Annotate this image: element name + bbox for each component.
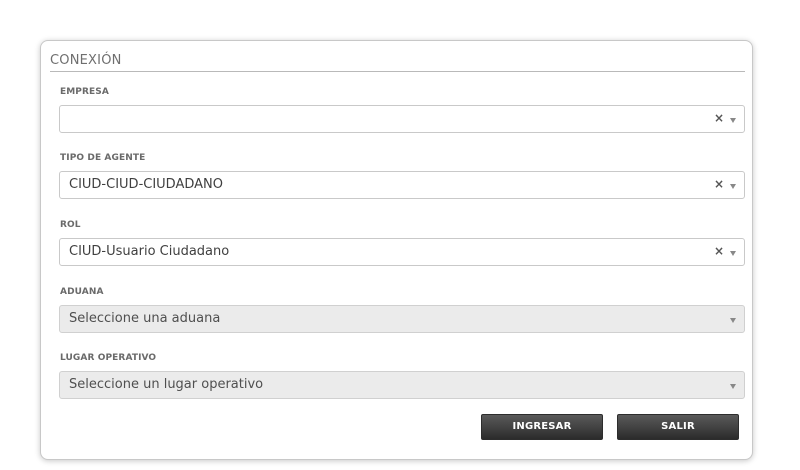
aduana-placeholder: Seleccione una aduana (69, 311, 221, 326)
tipo-agente-value: CIUD-CIUD-CIUDADANO (69, 177, 223, 192)
chevron-down-icon[interactable] (730, 251, 736, 256)
aduana-select: Seleccione una aduana (59, 305, 745, 333)
clear-x-icon[interactable]: × (714, 177, 724, 191)
rol-label: ROL (60, 220, 81, 230)
rol-value: CIUD-Usuario Ciudadano (69, 244, 230, 259)
connection-panel: CONEXIÓN EMPRESA × TIPO DE AGENTE CIUD-C… (40, 40, 753, 460)
clear-x-icon[interactable]: × (714, 244, 724, 258)
login-button[interactable]: INGRESAR (481, 414, 603, 440)
chevron-down-icon[interactable] (730, 118, 736, 123)
panel-title: CONEXIÓN (50, 52, 745, 72)
exit-button[interactable]: SALIR (617, 414, 739, 440)
aduana-label: ADUANA (60, 287, 104, 297)
rol-select[interactable]: CIUD-Usuario Ciudadano × (59, 238, 745, 266)
chevron-down-icon[interactable] (730, 184, 736, 189)
clear-x-icon[interactable]: × (714, 111, 724, 125)
lugar-operativo-label: LUGAR OPERATIVO (60, 353, 157, 363)
tipo-agente-select[interactable]: CIUD-CIUD-CIUDADANO × (59, 171, 745, 199)
empresa-label: EMPRESA (60, 87, 109, 97)
empresa-select[interactable]: × (59, 105, 745, 133)
chevron-down-icon (730, 384, 736, 389)
lugar-operativo-select: Seleccione un lugar operativo (59, 371, 745, 399)
lugar-operativo-placeholder: Seleccione un lugar operativo (69, 377, 264, 392)
chevron-down-icon (730, 318, 736, 323)
tipo-agente-label: TIPO DE AGENTE (60, 153, 146, 163)
